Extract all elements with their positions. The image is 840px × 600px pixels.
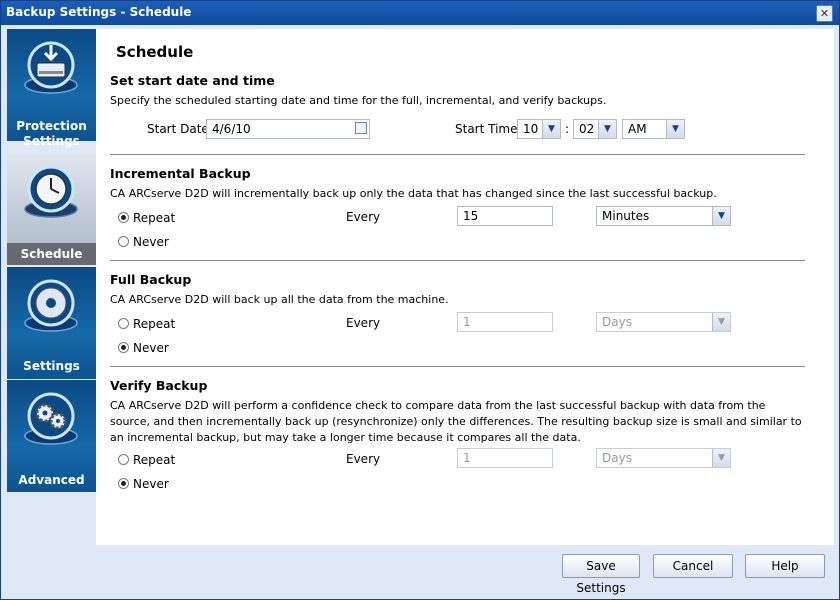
save-settings-button[interactable]: Save Settings (562, 554, 640, 595)
verify-section-heading: Verify Backup (110, 378, 208, 393)
calendar-icon[interactable] (355, 122, 367, 134)
verify-repeat-radio[interactable]: Repeat (118, 453, 175, 467)
backup-settings-window: Backup Settings - Schedule ✕ Protection … (0, 0, 840, 600)
divider (110, 366, 805, 367)
time-separator: : (565, 122, 570, 136)
full-section-heading: Full Backup (110, 272, 192, 287)
chevron-down-icon[interactable]: ▼ (666, 120, 684, 138)
chevron-down-icon[interactable]: ▼ (542, 120, 560, 138)
clock-icon (24, 165, 78, 218)
start-hour-select[interactable]: 10 ▼ (517, 119, 561, 139)
sidebar-item-protection-settings[interactable]: Protection Settings (7, 29, 96, 148)
help-button[interactable]: Help (745, 554, 825, 578)
sidebar-item-settings[interactable]: Settings (7, 267, 96, 379)
chevron-down-icon[interactable]: ▼ (712, 313, 730, 331)
sidebar-item-label: Settings (23, 359, 80, 373)
sidebar-item-schedule[interactable]: Schedule (7, 153, 96, 265)
sidebar-item-label: Advanced (18, 473, 85, 487)
page-title: Schedule (116, 43, 194, 61)
start-section-description: Specify the scheduled starting date and … (110, 94, 607, 107)
verify-unit-select[interactable]: Days ▼ (596, 448, 731, 468)
title-bar[interactable]: Backup Settings - Schedule ✕ (1, 1, 839, 25)
start-minute-select[interactable]: 02 ▼ (573, 119, 617, 139)
sidebar-item-label: Schedule (7, 243, 96, 265)
verify-every-label: Every (346, 452, 381, 466)
incremental-unit-select[interactable]: Minutes ▼ (596, 206, 731, 226)
start-date-field[interactable]: 4/6/10 (206, 119, 370, 139)
incremental-every-input[interactable]: 15 (457, 206, 553, 226)
radio-dot[interactable] (118, 318, 129, 329)
divider (110, 260, 805, 261)
chevron-down-icon[interactable]: ▼ (712, 449, 730, 467)
incremental-never-radio[interactable]: Never (118, 235, 169, 249)
full-every-label: Every (346, 316, 381, 330)
verify-every-input[interactable]: 1 (457, 448, 553, 468)
incremental-repeat-radio[interactable]: Repeat (118, 211, 175, 225)
full-never-radio[interactable]: Never (118, 341, 169, 355)
radio-dot[interactable] (118, 454, 129, 465)
chevron-down-icon[interactable]: ▼ (712, 207, 730, 225)
incremental-every-label: Every (346, 210, 381, 224)
gears-icon (24, 392, 78, 445)
start-date-label: Start Date (147, 122, 209, 136)
full-repeat-radio[interactable]: Repeat (118, 317, 175, 331)
radio-dot[interactable] (118, 236, 129, 247)
full-every-input[interactable]: 1 (457, 312, 553, 332)
incremental-section-heading: Incremental Backup (110, 166, 251, 181)
radio-dot[interactable] (118, 342, 129, 353)
sidebar: Protection Settings Schedule Settings Ad… (7, 29, 96, 493)
radio-dot[interactable] (118, 212, 129, 223)
window-title: Backup Settings - Schedule (6, 5, 192, 19)
verify-description-line: source, and then incrementally back up (… (110, 415, 802, 428)
chevron-down-icon[interactable]: ▼ (598, 120, 616, 138)
start-ampm-select[interactable]: AM ▼ (622, 119, 685, 139)
cancel-button[interactable]: Cancel (653, 554, 733, 578)
close-icon[interactable]: ✕ (816, 5, 833, 22)
sidebar-item-label: Protection Settings (16, 119, 87, 148)
start-time-label: Start Time (455, 122, 518, 136)
verify-description-line: an incremental backup, but may take a lo… (110, 431, 581, 444)
verify-never-radio[interactable]: Never (118, 477, 169, 491)
hard-drive-icon (24, 41, 78, 94)
sidebar-item-advanced[interactable]: Advanced (7, 380, 96, 492)
footer: Save Settings Cancel Help (1, 545, 839, 599)
incremental-section-description: CA ARCserve D2D will incrementally back … (110, 187, 717, 200)
radio-dot[interactable] (118, 478, 129, 489)
full-section-description: CA ARCserve D2D will back up all the dat… (110, 293, 449, 306)
schedule-panel: Schedule Set start date and time Specify… (96, 29, 834, 545)
verify-description-line: CA ARCserve D2D will perform a confidenc… (110, 399, 766, 412)
full-unit-select[interactable]: Days ▼ (596, 312, 731, 332)
disc-icon (24, 279, 78, 332)
start-section-heading: Set start date and time (110, 73, 275, 88)
divider (110, 154, 805, 155)
